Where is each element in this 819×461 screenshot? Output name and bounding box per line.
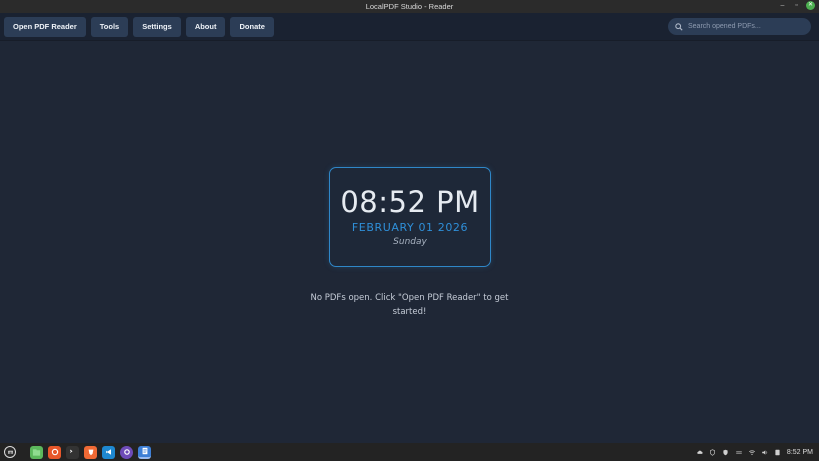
window-controls: – ▫ ✕ (778, 1, 815, 10)
taskbar-clock[interactable]: 8:52 PM (787, 449, 813, 456)
window-title: LocalPDF Studio - Reader (365, 2, 454, 11)
clock-card: 08:52 PM FEBRUARY 01 2026 Sunday (329, 167, 491, 267)
clock-day: Sunday (393, 237, 427, 247)
notifications-icon[interactable] (774, 449, 781, 456)
cloud-icon[interactable] (696, 449, 703, 456)
files-icon[interactable] (30, 445, 43, 459)
window-titlebar: LocalPDF Studio - Reader – ▫ ✕ (0, 0, 819, 13)
open-pdf-reader-button[interactable]: Open PDF Reader (4, 16, 86, 37)
software-manager-icon[interactable] (48, 445, 61, 459)
system-tray: 8:52 PM (696, 443, 813, 461)
search-placeholder: Search opened PDFs... (688, 23, 761, 30)
search-input[interactable]: Search opened PDFs... (668, 18, 811, 35)
clock-date: FEBRUARY 01 2026 (351, 221, 469, 234)
main-content: 08:52 PM FEBRUARY 01 2026 Sunday No PDFs… (0, 41, 819, 443)
terminal-icon[interactable] (66, 445, 79, 459)
maximize-button[interactable]: ▫ (792, 1, 801, 10)
security-icon[interactable] (722, 449, 729, 456)
clock-time: 08:52 PM (340, 185, 480, 219)
volume-icon[interactable] (761, 449, 768, 456)
tools-button[interactable]: Tools (90, 16, 129, 37)
menu-icon[interactable] (4, 446, 16, 458)
search-icon (675, 22, 683, 31)
shield-icon[interactable] (709, 448, 716, 456)
settings-button[interactable]: Settings (133, 16, 181, 37)
vscode-icon[interactable] (102, 445, 115, 459)
donate-button[interactable]: Donate (230, 16, 274, 37)
system-taskbar: 8:52 PM (0, 443, 819, 461)
empty-state-message: No PDFs open. Click "Open PDF Reader" to… (310, 293, 509, 317)
wifi-icon[interactable] (748, 449, 755, 456)
brave-icon[interactable] (84, 445, 97, 459)
document-viewer-icon[interactable] (138, 445, 151, 459)
network-icon[interactable] (735, 449, 742, 456)
app-toolbar: Open PDF Reader Tools Settings About Don… (0, 13, 819, 41)
about-button[interactable]: About (185, 16, 226, 37)
close-button[interactable]: ✕ (806, 1, 815, 10)
github-icon[interactable] (120, 445, 133, 459)
minimize-button[interactable]: – (778, 1, 787, 10)
